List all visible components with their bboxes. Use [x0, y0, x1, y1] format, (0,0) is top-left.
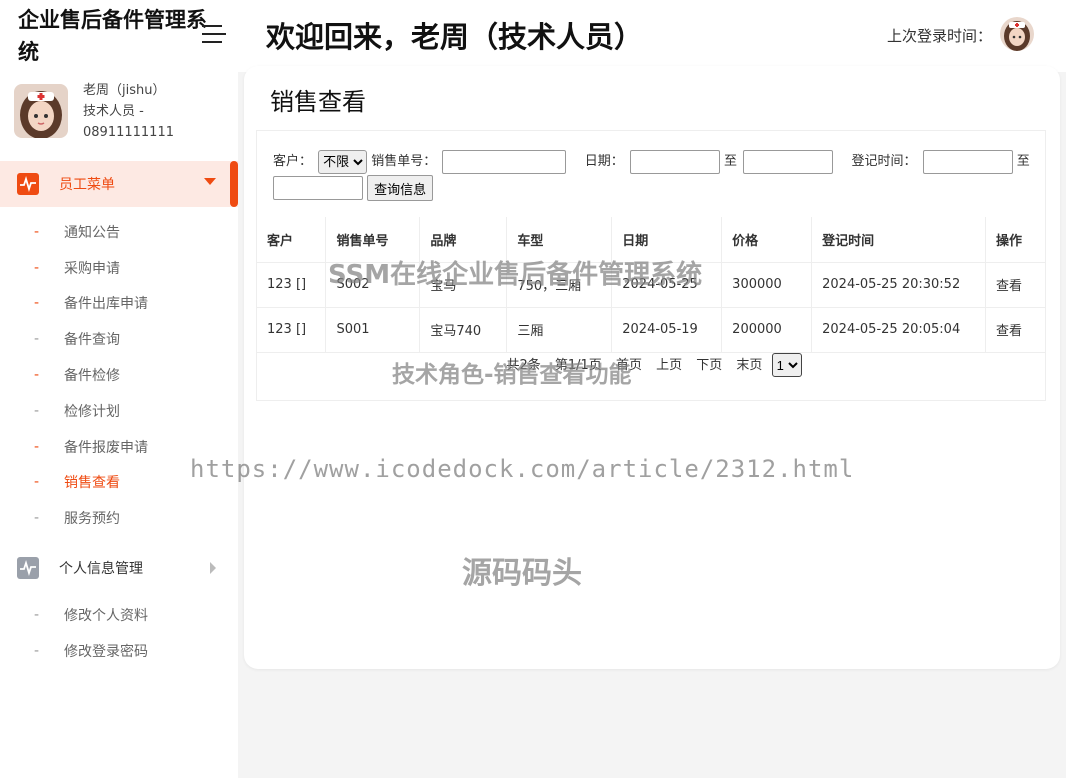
date-from-input[interactable] — [629, 149, 720, 174]
sidebar-item-label: 备件出库申请 — [64, 296, 148, 313]
order-label: 销售单号： — [371, 154, 437, 169]
pager-next[interactable]: 下页 — [696, 358, 722, 373]
order-no-input[interactable] — [442, 149, 567, 174]
app-title: 企业售后备件管理系统 — [18, 8, 207, 64]
query-button[interactable]: 查询信息 — [367, 175, 434, 201]
cell-date: 2024-05-19 — [611, 307, 723, 353]
profile-info: 老周（jishu） 技术人员 - 08911111111 — [83, 80, 233, 143]
pulse-icon — [17, 173, 39, 195]
cell-model: 三厢 — [506, 307, 613, 353]
profile-phone: 08911111111 — [83, 125, 174, 140]
menu-toggle-icon[interactable] — [202, 25, 226, 45]
sidebar-item-repair[interactable]: - 备件检修 — [0, 357, 238, 393]
customer-select[interactable]: 不限 — [318, 149, 368, 174]
profile-avatar — [14, 84, 68, 138]
profile-name: 老周（jishu） — [83, 83, 166, 98]
profile-role: 技术人员 - — [83, 104, 144, 119]
cell-customer: 123 [] — [257, 307, 327, 353]
sidebar: 老周（jishu） 技术人员 - 08911111111 员工菜单 - 通知公告 … — [0, 72, 238, 778]
last-login-label: 上次登录时间： — [886, 27, 992, 45]
cell-price: 200000 — [721, 307, 813, 353]
search-form: 客户： 不限 销售单号： 日期： 至 登记时间： 至 查询信息 — [273, 149, 1043, 202]
sidebar-item-label: 备件查询 — [64, 332, 120, 349]
watermark-feature: 技术角色-销售查看功能 — [392, 362, 632, 388]
cell-reg-time: 2024-05-25 20:30:52 — [811, 262, 986, 308]
sidebar-item-change-password[interactable]: - 修改登录密码 — [0, 633, 238, 669]
pulse-icon — [17, 557, 39, 579]
sidebar-item-label: 修改个人资料 — [64, 607, 148, 624]
content-card: 销售查看 客户： 不限 销售单号： 日期： 至 登记时间： 至 查询信息 客户 … — [244, 66, 1060, 669]
cell-brand: 宝马740 — [419, 307, 508, 353]
sidebar-item-label: 采购申请 — [64, 260, 120, 277]
view-link[interactable]: 查看 — [985, 307, 1046, 353]
cell-customer: 123 [] — [257, 262, 327, 308]
menu-group-profile[interactable]: 个人信息管理 — [0, 545, 238, 591]
sidebar-item-parts-query[interactable]: - 备件查询 — [0, 321, 238, 357]
sidebar-item-label: 备件检修 — [64, 368, 120, 385]
chevron-down-icon — [204, 178, 216, 185]
col-action: 操作 — [985, 217, 1046, 263]
sidebar-item-repair-plan[interactable]: - 检修计划 — [0, 393, 238, 429]
menu-group-label: 员工菜单 — [59, 177, 115, 193]
sidebar-item-label: 服务预约 — [64, 511, 120, 528]
cell-reg-time: 2024-05-25 20:05:04 — [811, 307, 986, 353]
cell-order-no: S001 — [325, 307, 421, 353]
sidebar-item-outbound[interactable]: - 备件出库申请 — [0, 286, 238, 322]
date-to-label: 至 — [724, 154, 738, 169]
pager-prev[interactable]: 上页 — [656, 358, 682, 373]
table-row: 123 [] S001 宝马740 三厢 2024-05-19 200000 2… — [257, 307, 1046, 353]
sidebar-item-label: 修改登录密码 — [64, 643, 148, 660]
date-label: 日期： — [584, 154, 624, 169]
menu-group-employee[interactable]: 员工菜单 — [0, 161, 238, 207]
welcome-message: 欢迎回来，老周（技术人员） — [266, 20, 644, 54]
user-avatar[interactable] — [1000, 17, 1034, 51]
submenu-profile: - 修改个人资料 - 修改登录密码 — [0, 597, 238, 669]
sidebar-item-notice[interactable]: - 通知公告 — [0, 214, 238, 250]
sidebar-item-purchase[interactable]: - 采购申请 — [0, 250, 238, 286]
submenu-employee: - 通知公告 - 采购申请 - 备件出库申请 - 备件查询 - 备件检修 - 检修计划 -备… — [0, 214, 238, 536]
reg-time-label: 登记时间： — [851, 154, 917, 169]
watermark-brand: 源码码头 — [462, 556, 582, 591]
col-reg-time: 登记时间 — [811, 217, 986, 263]
pagination: 共2条 第1/1页 首页 上页 下页 末页 1 — [257, 353, 1046, 377]
sidebar-item-label: 检修计划 — [64, 403, 120, 420]
page-select[interactable]: 1 — [771, 353, 802, 377]
sidebar-item-label: 备件报废申请 — [64, 439, 148, 456]
pager-last[interactable]: 末页 — [736, 358, 762, 373]
sidebar-item-edit-profile[interactable]: - 修改个人资料 — [0, 597, 238, 633]
chevron-right-icon — [210, 562, 216, 574]
menu-group-label: 个人信息管理 — [59, 561, 143, 577]
sidebar-item-label: 销售查看 — [64, 475, 120, 492]
date-to-input[interactable] — [743, 149, 834, 174]
watermark-url: https://www.icodedock.com/article/2312.h… — [190, 455, 855, 483]
watermark-title: SSM在线企业售后备件管理系统 — [328, 260, 703, 290]
reg-to-label: 至 — [1016, 154, 1030, 169]
sidebar-item-label: 通知公告 — [64, 224, 120, 241]
col-customer: 客户 — [257, 217, 327, 263]
view-link[interactable]: 查看 — [985, 262, 1046, 308]
reg-from-input[interactable] — [922, 149, 1013, 174]
top-header: 企业售后备件管理系统 欢迎回来，老周（技术人员） 上次登录时间： — [0, 0, 1066, 72]
page-title: 销售查看 — [270, 88, 366, 116]
customer-label: 客户： — [273, 154, 313, 169]
cell-price: 300000 — [721, 262, 813, 308]
reg-to-input[interactable] — [273, 176, 363, 200]
col-price: 价格 — [721, 217, 813, 263]
sidebar-item-service[interactable]: - 服务预约 — [0, 500, 238, 536]
